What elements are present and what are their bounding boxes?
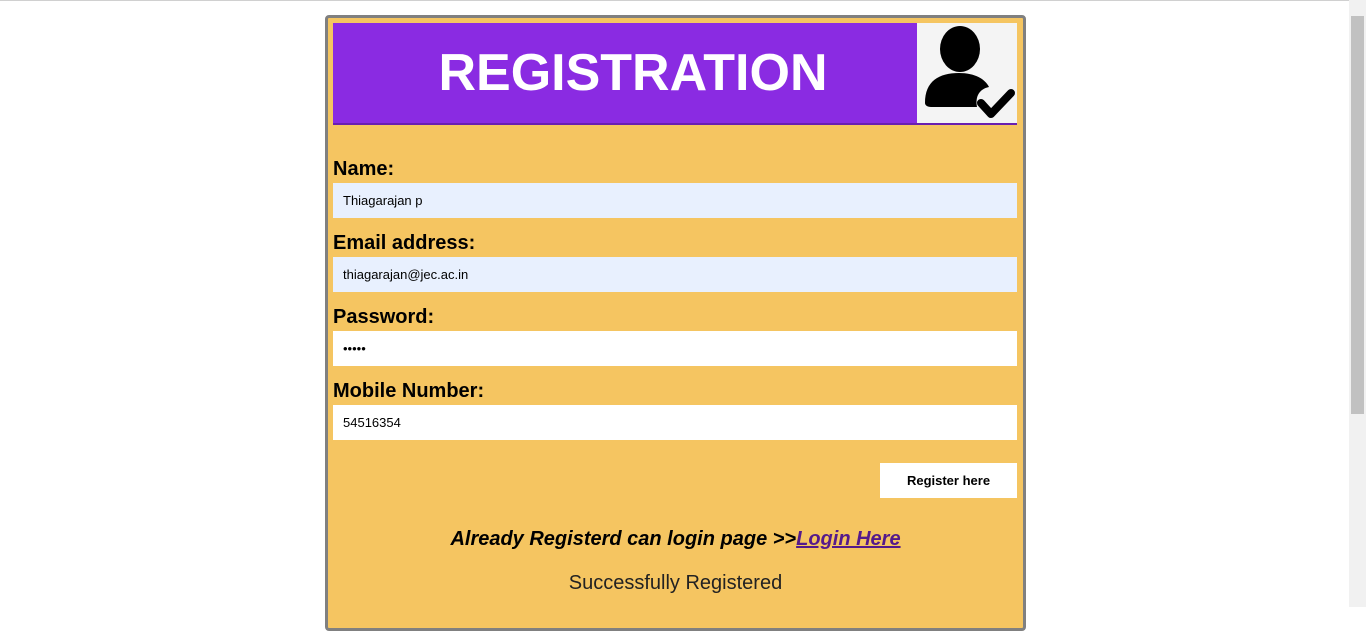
registration-header: REGISTRATION [333,23,1017,125]
scrollbar-thumb[interactable] [1351,16,1364,414]
mobile-label: Mobile Number: [333,380,485,402]
user-check-icon [917,23,1017,123]
name-input[interactable] [333,183,1017,218]
login-link[interactable]: Login Here [796,528,900,550]
email-label: Email address: [333,232,476,254]
password-input[interactable] [333,331,1017,366]
login-prompt: Already Registerd can login page >>Login… [328,528,1023,551]
register-button[interactable]: Register here [880,463,1017,498]
status-message: Successfully Registered [568,572,783,594]
mobile-input[interactable] [333,405,1017,440]
page-title: REGISTRATION [438,44,828,102]
registration-card: REGISTRATION Name: Email address: Passwo… [325,15,1026,631]
name-label: Name: [333,158,395,180]
vertical-scrollbar[interactable] [1349,0,1366,607]
browser-top-border [0,0,1349,1]
email-input[interactable] [333,257,1017,292]
password-label: Password: [333,306,435,328]
login-prompt-text: Already Registerd can login page >> [450,528,797,550]
